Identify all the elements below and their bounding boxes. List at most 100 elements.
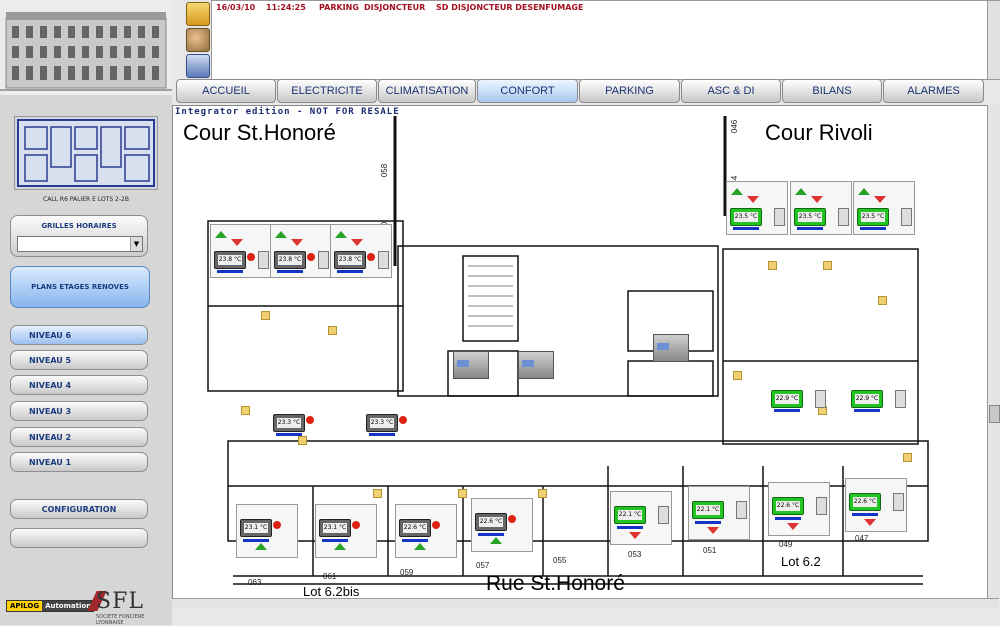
level-button-niveau-5[interactable]: NIVEAU 5 [10,350,148,370]
light-icon[interactable] [538,489,547,498]
thermostat-unit[interactable]: 23.5 °C [853,181,915,235]
setpoint-up-icon[interactable] [490,537,502,544]
thermostat-unit[interactable]: 22.1 °C [688,486,750,540]
status-icon[interactable] [307,253,315,261]
chevron-down-icon[interactable]: ▼ [130,237,142,251]
alarm-type: DISJONCTEUR [364,3,426,12]
setpoint-down-icon[interactable] [629,532,641,539]
thermostat-unit[interactable]: 22.6 °C [768,482,830,536]
thermostat-unit[interactable]: 22.6 °C [845,478,907,532]
setpoint-up-icon[interactable] [731,188,743,195]
setpoint-up-icon[interactable] [414,543,426,550]
tab-confort[interactable]: CONFORT [477,79,578,103]
status-icon[interactable] [247,253,255,261]
bottom-status-strip [172,608,999,625]
temperature-reading: 23.8 °C [278,255,302,265]
thermostat-display: 23.5 °C [857,208,889,226]
thermostat-unit[interactable]: 22.6 °C [395,504,457,558]
remote-icon [318,251,329,269]
light-icon[interactable] [903,453,912,462]
status-bar [322,539,348,542]
status-icon[interactable] [432,521,440,529]
thermostat-unit[interactable]: 22.9 °C [768,364,828,416]
setpoint-up-icon[interactable] [858,188,870,195]
thermostat-unit[interactable]: 22.1 °C [610,491,672,545]
light-icon[interactable] [373,489,382,498]
light-icon[interactable] [823,261,832,270]
building-minimap[interactable] [14,116,158,190]
thermostat-unit[interactable]: 23.8 °C [210,224,272,278]
alarm-scrollbar[interactable] [987,0,1000,80]
light-icon[interactable] [458,489,467,498]
setpoint-up-icon[interactable] [255,543,267,550]
thermostat-unit[interactable]: 23.8 °C [270,224,332,278]
setpoint-up-icon[interactable] [275,231,287,238]
alarm-log-panel[interactable]: 16/03/10 11:24:25 PARKING DISJONCTEUR SD… [211,0,988,80]
level-button-niveau-3[interactable]: NIVEAU 3 [10,401,148,421]
setpoint-down-icon[interactable] [864,519,876,526]
light-icon[interactable] [261,311,270,320]
light-icon[interactable] [241,406,250,415]
thermostat-unit[interactable]: 23.3 °C [270,388,330,440]
setpoint-up-icon[interactable] [334,543,346,550]
tab-parking[interactable]: PARKING [579,79,680,103]
setpoint-down-icon[interactable] [787,523,799,530]
tab-climatisation[interactable]: CLIMATISATION [378,79,476,103]
level-button-niveau-1[interactable]: NIVEAU 1 [10,452,148,472]
status-bar [774,409,800,412]
setpoint-down-icon[interactable] [231,239,243,246]
vertical-scroll-thumb[interactable] [989,405,1000,423]
level-button-niveau-4[interactable]: NIVEAU 4 [10,375,148,395]
room-number: 051 [703,546,717,555]
tab-asc-di[interactable]: ASC & DI [681,79,781,103]
setpoint-down-icon[interactable] [351,239,363,246]
floor-plan-canvas[interactable]: Integrator edition - NOT FOR RESALE Cour… [172,105,989,600]
thermostat-unit[interactable]: 23.5 °C [790,181,852,235]
configuration-button[interactable]: CONFIGURATION [10,499,148,519]
setpoint-up-icon[interactable] [795,188,807,195]
room-number: 049 [779,540,793,549]
printer-icon[interactable] [186,54,210,78]
light-icon[interactable] [768,261,777,270]
users-icon[interactable] [186,28,210,52]
thermostat-unit[interactable]: 22.9 °C [848,364,908,416]
light-icon[interactable] [733,371,742,380]
thermostat-display: 22.1 °C [614,506,646,524]
setpoint-up-icon[interactable] [335,231,347,238]
thermostat-unit[interactable]: 23.5 °C [726,181,788,235]
thermostat-unit[interactable]: 23.8 °C [330,224,392,278]
setpoint-up-icon[interactable] [215,231,227,238]
thermostat-unit[interactable]: 23.3 °C [363,388,423,440]
thermostat-display: 23.1 °C [240,519,272,537]
status-icon[interactable] [352,521,360,529]
status-icon[interactable] [306,416,314,424]
status-icon[interactable] [399,416,407,424]
light-icon[interactable] [328,326,337,335]
status-icon[interactable] [273,521,281,529]
plans-etages-renoves-button[interactable]: PLANS ETAGES RENOVES [10,266,150,308]
tab-accueil[interactable]: ACCUEIL [176,79,276,103]
tab-electricite[interactable]: ELECTRICITE [277,79,377,103]
setpoint-down-icon[interactable] [874,196,886,203]
thermostat-unit[interactable]: 23.1 °C [236,504,298,558]
thermostat-display: 23.1 °C [319,519,351,537]
thermostat-unit[interactable]: 22.6 °C [471,498,533,552]
level-button-niveau-2[interactable]: NIVEAU 2 [10,427,148,447]
status-bar [276,433,302,436]
setpoint-down-icon[interactable] [291,239,303,246]
thermostat-display: 22.9 °C [771,390,803,408]
thermostat-unit[interactable]: 23.1 °C [315,504,377,558]
setpoint-down-icon[interactable] [811,196,823,203]
door-exit-icon[interactable] [186,2,210,26]
vertical-scrollbar[interactable] [987,105,1000,598]
light-icon[interactable] [878,296,887,305]
level-button-niveau-6[interactable]: NIVEAU 6 [10,325,148,345]
setpoint-down-icon[interactable] [707,527,719,534]
blank-button[interactable] [10,528,148,548]
tab-bilans[interactable]: BILANS [782,79,882,103]
setpoint-down-icon[interactable] [747,196,759,203]
grilles-horaires-select[interactable]: ▼ [17,236,143,252]
tab-alarmes[interactable]: ALARMES [883,79,984,103]
status-icon[interactable] [508,515,516,523]
status-icon[interactable] [367,253,375,261]
